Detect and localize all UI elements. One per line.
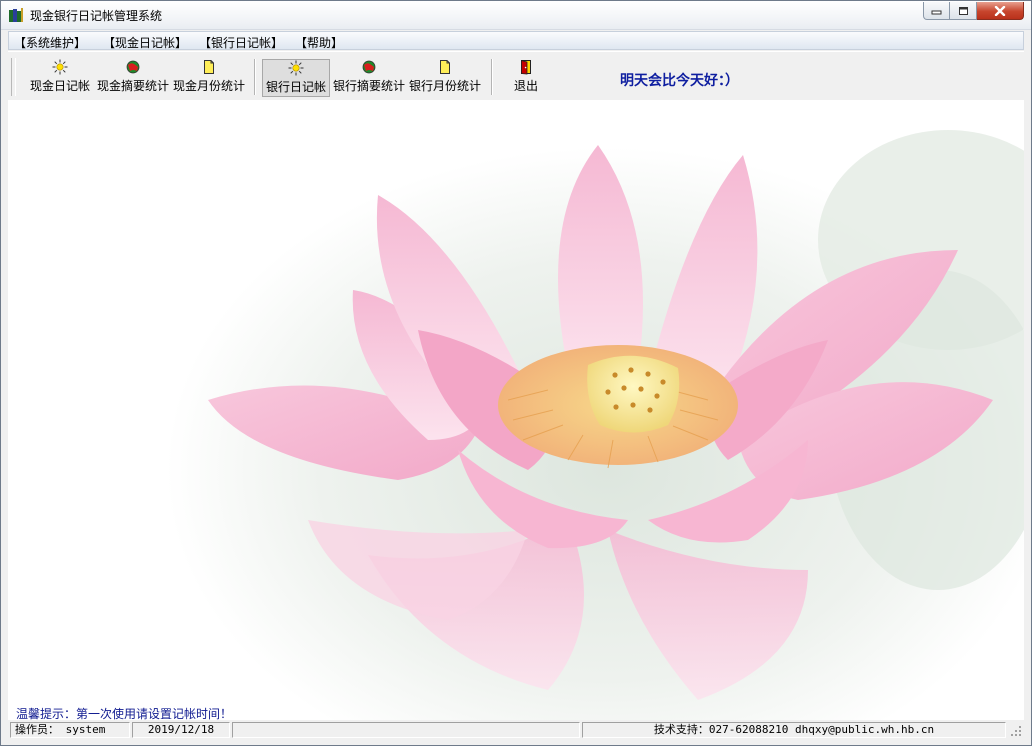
menu-help[interactable]: 【帮助】	[295, 34, 343, 51]
exit-button[interactable]: 退出	[508, 59, 544, 97]
minimize-button[interactable]	[923, 2, 950, 20]
cash-journal-button[interactable]: 现金日记帐	[26, 59, 94, 97]
operator-value: system	[65, 723, 106, 736]
status-operator: 操作员： system	[10, 722, 130, 738]
document-icon	[204, 60, 214, 74]
status-support: 技术支持：027-62088210 dhqxy@public.wh.hb.cn	[582, 722, 1006, 738]
menu-bar: 【系统维护】 【现金日记帐】 【银行日记帐】 【帮助】	[8, 31, 1024, 50]
exit-label: 退出	[513, 79, 538, 93]
slogan-text: 明天会比今天好：）	[620, 73, 739, 89]
globe-icon	[126, 60, 140, 74]
toolbar-separator	[491, 59, 493, 95]
bank-summary-stats-label: 银行摘要统计	[332, 79, 405, 93]
close-button[interactable]	[977, 2, 1024, 20]
toolbar-separator	[254, 59, 256, 95]
operator-label: 操作员：	[15, 723, 59, 736]
bank-journal-button[interactable]: 银行日记帐	[262, 59, 330, 97]
document-icon	[440, 60, 450, 74]
cash-monthly-stats-label: 现金月份统计	[172, 79, 245, 93]
warm-tip-message: 温馨提示：第一次使用请设置记帐时间！	[16, 707, 233, 720]
app-books-icon	[9, 8, 23, 22]
status-empty	[232, 722, 580, 738]
bank-monthly-stats-button[interactable]: 银行月份统计	[408, 59, 482, 97]
menu-cash-journal[interactable]: 【现金日记帐】	[103, 34, 187, 51]
window-title: 现金银行日记帐管理系统	[30, 9, 163, 23]
status-bar: 操作员： system 2019/12/18 技术支持：027-62088210…	[8, 721, 1024, 739]
bank-summary-stats-button[interactable]: 银行摘要统计	[331, 59, 407, 97]
menu-system-maintenance[interactable]: 【系统维护】	[14, 34, 86, 51]
title-bar[interactable]: 现金银行日记帐管理系统	[1, 1, 1031, 30]
main-background-area: 温馨提示：第一次使用请设置记帐时间！	[8, 100, 1024, 720]
size-grip-icon[interactable]	[1010, 725, 1022, 737]
bank-monthly-stats-label: 银行月份统计	[408, 79, 481, 93]
cash-summary-stats-button[interactable]: 现金摘要统计	[95, 59, 171, 97]
minimize-icon	[931, 10, 942, 14]
lotus-flower-image	[208, 130, 1024, 700]
globe-icon	[362, 60, 376, 74]
app-window: 现金银行日记帐管理系统 【系统维护】 【现金日记帐】 【银行日记帐】 【帮助】 …	[0, 0, 1032, 746]
bank-journal-label: 银行日记帐	[265, 80, 326, 94]
toolbar: 现金日记帐 现金摘要统计 现金月份统计 银行日记帐 银行摘要统计 银行月份统计 …	[8, 51, 1024, 101]
status-date: 2019/12/18	[132, 722, 230, 738]
sun-icon	[288, 60, 304, 76]
sun-icon	[52, 59, 68, 75]
cash-journal-label: 现金日记帐	[29, 79, 90, 93]
exit-door-icon	[521, 59, 531, 75]
maximize-button[interactable]	[950, 2, 977, 20]
close-icon	[994, 5, 1006, 16]
cash-summary-stats-label: 现金摘要统计	[96, 79, 169, 93]
cash-monthly-stats-button[interactable]: 现金月份统计	[172, 59, 246, 97]
menu-bank-journal[interactable]: 【银行日记帐】	[199, 34, 283, 51]
toolbar-grip[interactable]	[11, 58, 16, 96]
restore-icon	[958, 6, 968, 15]
